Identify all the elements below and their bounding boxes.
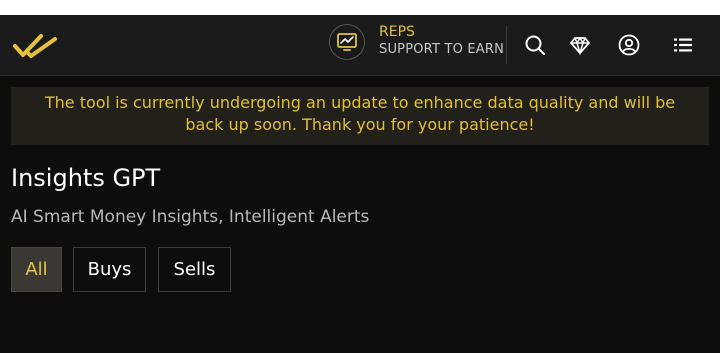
maintenance-banner: The tool is currently undergoing an upda… xyxy=(11,87,709,145)
page-subtitle: AI Smart Money Insights, Intelligent Ale… xyxy=(11,207,370,227)
page-title: Insights GPT xyxy=(11,164,161,192)
reps-subtitle: SUPPORT TO EARN xyxy=(379,42,505,57)
top-strip xyxy=(0,0,720,15)
search-icon[interactable] xyxy=(523,33,547,57)
tab-buys[interactable]: Buys xyxy=(73,247,146,292)
diamond-icon[interactable] xyxy=(568,33,592,57)
navbar: REPS SUPPORT TO EARN xyxy=(0,15,720,76)
tab-all[interactable]: All xyxy=(11,247,62,292)
tab-sells[interactable]: Sells xyxy=(158,247,231,292)
reps-title: REPS xyxy=(379,24,415,40)
double-check-logo[interactable] xyxy=(12,31,58,61)
user-circle-icon[interactable] xyxy=(617,33,641,57)
list-menu-icon[interactable] xyxy=(671,33,695,57)
nav-divider xyxy=(506,26,507,64)
chart-monitor-icon xyxy=(329,24,365,60)
